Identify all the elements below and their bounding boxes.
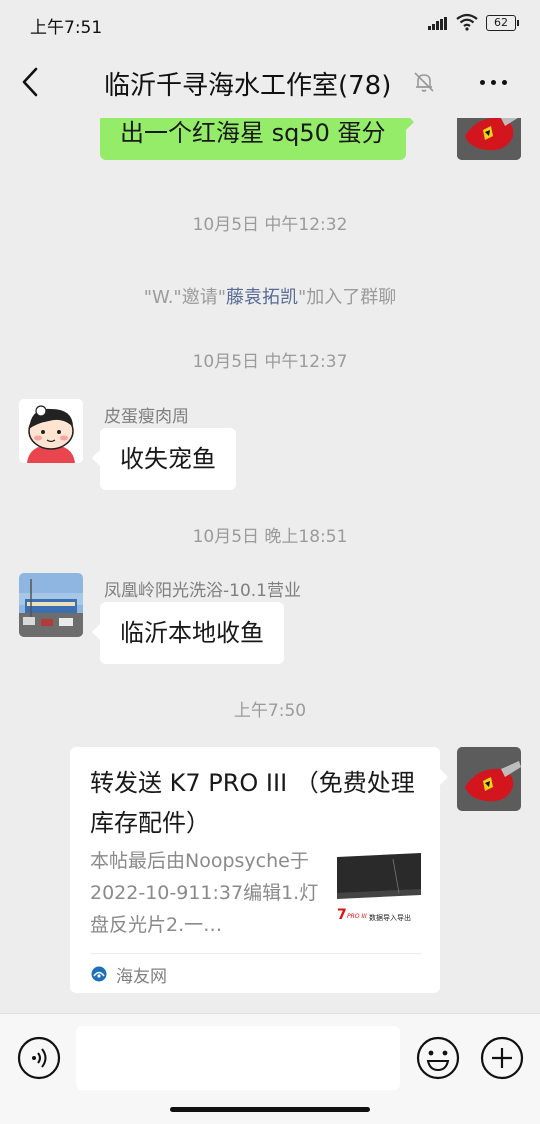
car-key-icon (457, 747, 521, 811)
self-avatar[interactable] (457, 118, 521, 160)
thumb-model-number: 7 (337, 907, 347, 923)
mute-bell-icon (414, 72, 434, 92)
timestamp: 10月5日 中午12:37 (192, 352, 348, 372)
signal-icon (428, 17, 448, 30)
link-card-description: 本帖最后由Noopsyche于2022-10-911:37编辑1.灯盘反光片2.… (90, 850, 319, 936)
sender-avatar[interactable] (19, 573, 83, 637)
link-card-source: 海友网 (116, 967, 167, 987)
timestamp: 上午7:50 (233, 701, 307, 721)
battery-icon: 62 (486, 15, 519, 31)
car-key-icon (457, 118, 521, 160)
self-message-text: 出一个红海星 sq50 蛋分 (120, 119, 386, 147)
card-divider (90, 953, 422, 954)
nav-bar: 临沂千寻海水工作室(78) (0, 46, 540, 118)
more-plus-icon[interactable] (480, 1036, 524, 1080)
system-notice: "W."邀请"藤袁拓凯"加入了群聊 (0, 283, 540, 309)
system-notice-prefix: "W."邀请" (143, 287, 226, 308)
message-bubble[interactable]: 收失宠鱼 (92, 428, 236, 490)
invitee-link[interactable]: 藤袁拓凯 (226, 287, 298, 308)
thumb-model-name: PRO III (347, 913, 367, 920)
back-icon[interactable] (20, 66, 44, 98)
sender-avatar[interactable] (19, 399, 83, 463)
home-indicator[interactable] (170, 1107, 370, 1112)
message-input[interactable] (76, 1026, 400, 1090)
source-logo-icon (91, 966, 107, 982)
more-options-icon[interactable] (478, 80, 510, 86)
self-message-bubble[interactable]: 出一个红海星 sq50 蛋分 (100, 118, 414, 160)
chat-title: 临沂千寻海水工作室(78) (104, 71, 392, 101)
photo-avatar-icon (19, 573, 83, 637)
status-time: 上午7:51 (30, 18, 103, 38)
message-text: 收失宠鱼 (120, 445, 216, 473)
timestamp: 10月5日 晚上18:51 (192, 527, 348, 547)
message-text: 临沂本地收鱼 (120, 619, 264, 647)
system-notice-suffix: "加入了群聊 (298, 287, 397, 308)
voice-input-icon[interactable] (17, 1036, 61, 1080)
self-avatar[interactable] (457, 747, 521, 811)
sender-name: 凤凰岭阳光洗浴-10.1营业 (104, 581, 301, 601)
chat-area[interactable]: 出一个红海星 sq50 蛋分 10月5日 中午12:32 "W."邀请"藤袁拓凯… (0, 118, 540, 1013)
wifi-icon (456, 13, 478, 31)
thumb-caption: 数据导入导出 (369, 914, 411, 922)
cartoon-avatar-icon (19, 399, 83, 463)
link-card-thumbnail: 7 PRO III 数据导入导出 (337, 853, 421, 933)
link-card[interactable]: 转发送 K7 PRO III （免费处理库存配件） 本帖最后由Noopsyche… (70, 747, 448, 993)
emoji-icon[interactable] (416, 1036, 460, 1080)
timestamp: 10月5日 中午12:32 (192, 215, 348, 235)
status-bar: 上午7:51 62 (0, 0, 540, 46)
link-card-title: 转发送 K7 PRO III （免费处理库存配件） (90, 769, 415, 837)
message-bubble[interactable]: 临沂本地收鱼 (92, 602, 284, 664)
sender-name: 皮蛋瘦肉周 (104, 407, 189, 427)
